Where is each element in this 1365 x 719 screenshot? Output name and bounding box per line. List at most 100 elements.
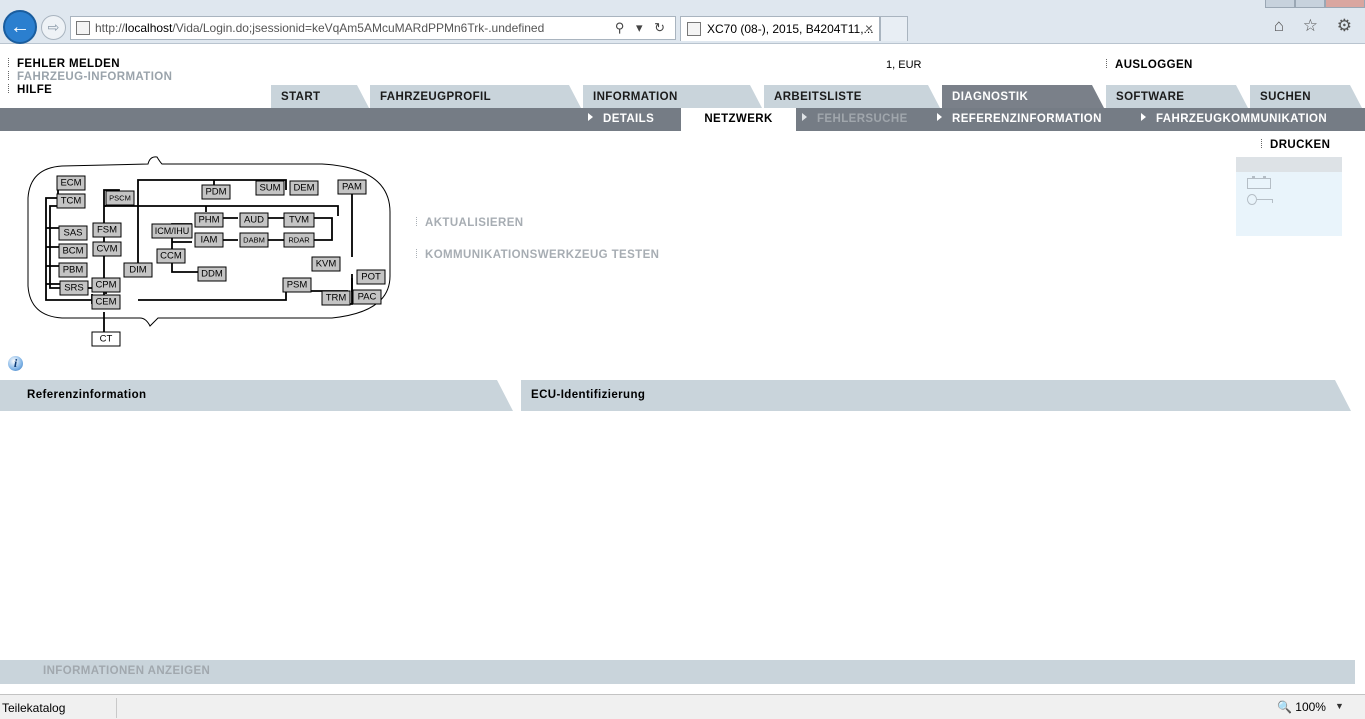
tab-diagnostik[interactable]: DIAGNOSTIK [942,85,1104,108]
ecu-PDM[interactable]: PDM [201,184,231,200]
tab-software[interactable]: SOFTWARE [1106,85,1248,108]
ecu-CPM[interactable]: CPM [91,277,121,293]
ecu-DDM[interactable]: DDM [197,266,227,282]
tab-arbeitsliste[interactable]: ARBEITSLISTE [764,85,940,108]
ecu-PBM[interactable]: PBM [58,262,88,278]
back-button[interactable]: ← [3,10,37,44]
dots-icon [8,84,11,93]
tab-fahrzeugprofil[interactable]: FAHRZEUGPROFIL [370,85,581,108]
dots-icon [416,217,419,226]
key-icon[interactable] [1247,194,1274,205]
address-url[interactable]: http://localhost/Vida/Login.do;jsessioni… [95,21,544,35]
page-icon [76,21,90,35]
svg-text:POT: POT [361,272,381,283]
forward-arrow-icon: ⇨ [47,19,60,35]
ecu-POT[interactable]: POT [356,269,386,285]
test-comm-tool-link[interactable]: KOMMUNIKATIONSWERKZEUG TESTEN [416,249,659,261]
ecu-DABM[interactable]: DABM [239,232,269,248]
ecu-AUD[interactable]: AUD [239,212,269,228]
svg-text:CVM: CVM [96,244,117,255]
ecu-KVM[interactable]: KVM [311,256,341,272]
ecu-CT[interactable]: CT [91,331,121,347]
info-icon[interactable]: i [8,356,23,371]
tab-information[interactable]: INFORMATION [583,85,762,108]
ecu-SUM[interactable]: SUM [255,180,285,196]
new-tab-button[interactable] [880,16,908,41]
url-prefix: http:// [95,21,126,35]
ecu-PSM[interactable]: PSM [282,277,312,293]
help-label: HILFE [17,84,53,96]
print-label: DRUCKEN [1270,139,1331,151]
ecu-PSCM[interactable]: PSCM [105,190,135,206]
svg-text:DDM: DDM [201,269,223,280]
ecu-RDAR[interactable]: RDAR [283,232,315,248]
home-favorites-settings-icons[interactable]: ⌂ ☆ ⚙ [1274,16,1359,36]
ecu-PAC[interactable]: PAC [352,289,382,305]
ecu-PAM[interactable]: PAM [337,179,367,195]
ecu-CVM[interactable]: CVM [92,241,122,257]
dots-icon [8,71,11,80]
svg-text:ECM: ECM [60,178,81,189]
tool-panel-header [1236,157,1342,172]
print-link[interactable]: DRUCKEN [1261,139,1330,151]
triangle-right-icon [1141,113,1146,121]
tab-close-icon[interactable]: × [865,20,873,36]
triangle-right-icon [588,113,593,121]
close-window-button[interactable] [1325,0,1365,8]
ecu-ICM-IHU[interactable]: ICM/IHU [151,223,193,239]
minimize-button[interactable] [1265,0,1295,8]
subtab-fahrzeugkommunikation[interactable]: FAHRZEUGKOMMUNIKATION [1141,108,1327,131]
battery-icon[interactable] [1247,176,1271,189]
vehicle-info-link: FAHRZEUG-INFORMATION [8,71,172,83]
ecu-BCM[interactable]: BCM [58,243,88,259]
ecu-CEM[interactable]: CEM [91,294,121,310]
status-separator [116,698,117,718]
test-comm-tool-label: KOMMUNIKATIONSWERKZEUG TESTEN [425,249,660,261]
svg-text:KVM: KVM [316,259,337,270]
reference-panel-header: Referenzinformation [0,380,513,411]
ecu-ECM[interactable]: ECM [56,175,86,191]
ecu-SRS[interactable]: SRS [59,280,89,296]
ecu-TCM[interactable]: TCM [56,193,86,209]
ecu-FSM[interactable]: FSM [92,222,122,238]
logout-label: AUSLOGGEN [1115,59,1193,71]
triangle-right-icon [937,113,942,121]
svg-text:PAM: PAM [342,182,362,193]
maximize-button[interactable] [1295,0,1325,8]
ecu-TRM[interactable]: TRM [321,290,351,306]
refresh-label: AKTUALISIEREN [425,217,524,229]
ecu-IAM[interactable]: IAM [194,232,224,248]
ecu-TVM[interactable]: TVM [283,212,315,228]
subtab-details[interactable]: DETAILS [588,108,654,131]
tab-suchen[interactable]: SUCHEN [1250,85,1362,108]
svg-text:BCM: BCM [62,246,83,257]
browser-tab[interactable]: XC70 (08-), 2015, B4204T11,... × [680,16,880,41]
back-arrow-icon: ← [10,15,30,38]
refresh-link[interactable]: AKTUALISIEREN [416,217,523,229]
forward-button[interactable]: ⇨ [41,15,66,40]
subtab-netzwerk[interactable]: NETZWERK [681,108,796,131]
ecu-DEM[interactable]: DEM [289,180,319,196]
report-error-link[interactable]: FEHLER MELDEN [8,58,120,70]
svg-text:PAC: PAC [358,292,377,303]
browser-statusbar: Teilekatalog 🔍 100% ▼ [0,694,1365,719]
ecu-SAS[interactable]: SAS [58,225,88,241]
ecu-PHM[interactable]: PHM [194,212,224,228]
svg-text:PBM: PBM [63,265,84,276]
tab-start[interactable]: START [271,85,369,108]
address-tools-icons[interactable]: ⚲ ▾ ↻ [615,20,669,36]
svg-text:CT: CT [100,334,113,345]
ecu-CCM[interactable]: CCM [156,248,186,264]
help-link[interactable]: HILFE [8,84,52,96]
dots-icon [1261,139,1264,148]
zoom-dropdown-icon[interactable]: ▼ [1335,701,1344,711]
svg-text:TCM: TCM [61,196,82,207]
logout-link[interactable]: AUSLOGGEN [1106,59,1193,71]
zoom-level[interactable]: 🔍 100% [1277,700,1326,714]
svg-text:TRM: TRM [326,293,347,304]
svg-text:CPM: CPM [95,280,116,291]
subtab-referenzinformation[interactable]: REFERENZINFORMATION [937,108,1102,131]
tab-page-icon [687,22,701,36]
address-bar[interactable]: http://localhost/Vida/Login.do;jsessioni… [70,16,676,40]
ecu-DIM[interactable]: DIM [123,262,153,278]
